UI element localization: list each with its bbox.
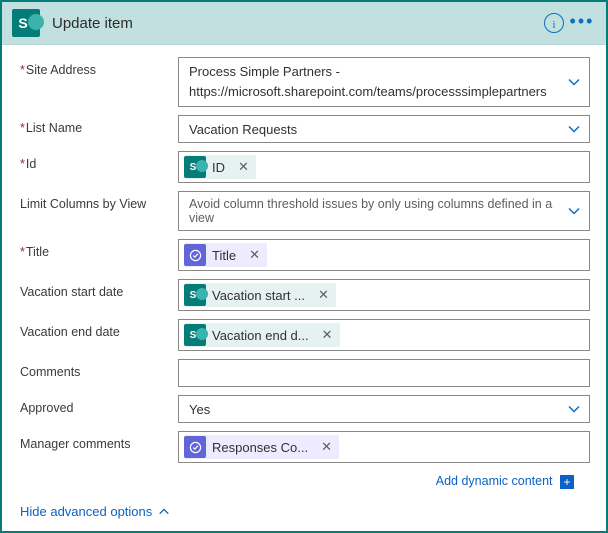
ellipsis-icon: ••• (570, 11, 595, 36)
label-title: *Title (20, 239, 178, 259)
label-manager-comments: Manager comments (20, 431, 178, 451)
update-item-card: S Update item i ••• *Site Address Proces… (0, 0, 608, 533)
token-vacation-end[interactable]: S Vacation end d... ✕ (184, 323, 340, 347)
vacation-start-input[interactable]: S Vacation start ... ✕ (178, 279, 590, 311)
chevron-down-icon (567, 402, 581, 416)
label-comments: Comments (20, 359, 178, 379)
dynamic-content-row: Add dynamic content + (20, 471, 590, 489)
card-title: Update item (52, 15, 540, 32)
token-remove-button[interactable]: ✕ (242, 247, 267, 263)
label-vacation-start: Vacation start date (20, 279, 178, 299)
site-address-line2: https://microsoft.sharepoint.com/teams/p… (189, 82, 561, 102)
hide-advanced-options-link[interactable]: Hide advanced options (20, 504, 170, 519)
title-input[interactable]: Title ✕ (178, 239, 590, 271)
more-button[interactable]: ••• (568, 9, 596, 37)
list-name-select[interactable]: Vacation Requests (178, 115, 590, 143)
token-id[interactable]: S ID ✕ (184, 155, 256, 179)
chevron-down-icon (567, 75, 581, 89)
token-remove-button[interactable]: ✕ (311, 287, 336, 303)
vacation-end-input[interactable]: S Vacation end d... ✕ (178, 319, 590, 351)
add-dynamic-content-link[interactable]: Add dynamic content + (436, 474, 574, 488)
token-vacation-start[interactable]: S Vacation start ... ✕ (184, 283, 336, 307)
sharepoint-token-icon: S (184, 324, 206, 346)
label-approved: Approved (20, 395, 178, 415)
label-site-address: *Site Address (20, 57, 178, 77)
token-remove-button[interactable]: ✕ (314, 439, 339, 455)
plus-icon: + (560, 475, 574, 489)
card-header: S Update item i ••• (2, 2, 606, 45)
info-icon: i (544, 13, 564, 33)
sharepoint-token-icon: S (184, 284, 206, 306)
comments-input[interactable] (178, 359, 590, 387)
label-vacation-end: Vacation end date (20, 319, 178, 339)
label-limit-columns: Limit Columns by View (20, 191, 178, 211)
limit-columns-select[interactable]: Avoid column threshold issues by only us… (178, 191, 590, 231)
approvals-token-icon (184, 244, 206, 266)
approvals-token-icon (184, 436, 206, 458)
sharepoint-token-icon: S (184, 156, 206, 178)
approved-select[interactable]: Yes (178, 395, 590, 423)
card-body: *Site Address Process Simple Partners - … (2, 45, 606, 489)
chevron-down-icon (567, 122, 581, 136)
label-id: *Id (20, 151, 178, 171)
site-address-line1: Process Simple Partners - (189, 62, 561, 82)
token-responses[interactable]: Responses Co... ✕ (184, 435, 339, 459)
manager-comments-input[interactable]: Responses Co... ✕ (178, 431, 590, 463)
info-button[interactable]: i (540, 9, 568, 37)
sharepoint-icon: S (12, 9, 40, 37)
token-remove-button[interactable]: ✕ (315, 327, 340, 343)
token-remove-button[interactable]: ✕ (231, 159, 256, 175)
chevron-up-icon (158, 506, 170, 518)
token-title[interactable]: Title ✕ (184, 243, 267, 267)
site-address-select[interactable]: Process Simple Partners - https://micros… (178, 57, 590, 107)
id-input[interactable]: S ID ✕ (178, 151, 590, 183)
label-list-name: *List Name (20, 115, 178, 135)
